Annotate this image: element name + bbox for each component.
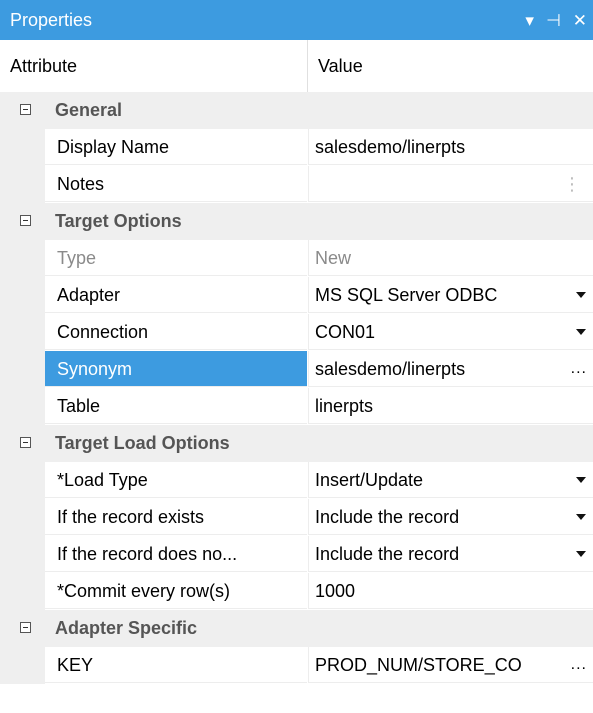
property-name: Table xyxy=(45,388,307,424)
panel-title: Properties xyxy=(10,9,93,30)
property-value[interactable]: salesdemo/linerpts xyxy=(308,129,593,165)
value-text: salesdemo/linerpts xyxy=(315,359,466,379)
property-row-record-does-not-exist[interactable]: If the record does no... Include the rec… xyxy=(0,536,593,573)
chevron-down-icon xyxy=(575,551,586,557)
property-row-commit-every[interactable]: *Commit every row(s) 1000 xyxy=(0,573,593,610)
category-adapter-specific[interactable]: Adapter Specific xyxy=(0,610,593,647)
property-name: *Commit every row(s) xyxy=(45,573,307,609)
category-label: Target Load Options xyxy=(55,433,230,453)
attribute-column-header: Attribute xyxy=(10,56,78,76)
property-value[interactable]: Include the record xyxy=(308,536,593,572)
pin-icon[interactable]: ⊣ xyxy=(546,12,561,29)
property-value[interactable]: Insert/Update xyxy=(308,462,593,498)
column-divider[interactable] xyxy=(307,40,308,92)
category-target-load-options[interactable]: Target Load Options xyxy=(0,425,593,462)
value-text: MS SQL Server ODBC xyxy=(315,285,498,305)
dropdown-button[interactable] xyxy=(572,544,589,564)
property-value[interactable]: Include the record xyxy=(308,499,593,535)
property-name: Synonym xyxy=(45,351,307,387)
property-name: Notes xyxy=(45,166,307,202)
property-name: Display Name xyxy=(45,129,307,165)
property-value[interactable]: linerpts xyxy=(308,388,593,424)
property-row-connection[interactable]: Connection CON01 xyxy=(0,314,593,351)
chevron-down-icon xyxy=(575,329,586,335)
category-target-options[interactable]: Target Options xyxy=(0,203,593,240)
value-text: Include the record xyxy=(315,544,460,564)
category-label: General xyxy=(55,100,123,120)
dropdown-arrow-icon[interactable]: ▾ xyxy=(525,12,534,29)
value-text: PROD_NUM/STORE_CO xyxy=(315,655,522,675)
property-row-table[interactable]: Table linerpts xyxy=(0,388,593,425)
collapse-toggle-icon[interactable] xyxy=(20,622,31,633)
property-value[interactable]: salesdemo/linerpts... xyxy=(308,351,593,387)
collapse-toggle-icon[interactable] xyxy=(20,104,31,115)
property-name: KEY xyxy=(45,647,307,683)
property-grid: General Display Name salesdemo/linerpts … xyxy=(0,92,593,684)
category-general[interactable]: General xyxy=(0,92,593,129)
property-value[interactable]: 1000 xyxy=(308,573,593,609)
property-row-key[interactable]: KEY PROD_NUM/STORE_CO... xyxy=(0,647,593,684)
value-column-header: Value xyxy=(318,56,363,76)
property-row-notes[interactable]: Notes ⋮ xyxy=(0,166,593,203)
close-icon[interactable]: ✕ xyxy=(573,12,587,29)
property-value: New xyxy=(308,240,593,276)
category-label: Target Options xyxy=(55,211,182,231)
property-name: Connection xyxy=(45,314,307,350)
property-value[interactable]: ⋮ xyxy=(308,166,593,202)
property-row-display-name[interactable]: Display Name salesdemo/linerpts xyxy=(0,129,593,166)
properties-title-bar: Properties ▾ ⊣ ✕ xyxy=(0,0,593,40)
property-row-load-type[interactable]: *Load Type Insert/Update xyxy=(0,462,593,499)
property-value[interactable]: MS SQL Server ODBC xyxy=(308,277,593,313)
dropdown-button[interactable] xyxy=(572,470,589,490)
property-name: Type xyxy=(45,240,307,276)
chevron-down-icon xyxy=(575,514,586,520)
grid-header: Attribute Value xyxy=(0,40,593,92)
property-name: If the record does no... xyxy=(45,536,307,572)
property-row-type: Type New xyxy=(0,240,593,277)
chevron-down-icon xyxy=(575,292,586,298)
chevron-down-icon xyxy=(575,477,586,483)
property-value[interactable]: PROD_NUM/STORE_CO... xyxy=(308,647,593,683)
collapse-toggle-icon[interactable] xyxy=(20,437,31,448)
dropdown-button[interactable] xyxy=(572,507,589,527)
property-name: Adapter xyxy=(45,277,307,313)
property-name: *Load Type xyxy=(45,462,307,498)
value-text: CON01 xyxy=(315,322,376,342)
vertical-ellipsis-icon[interactable]: ⋮ xyxy=(563,166,581,201)
property-name: If the record exists xyxy=(45,499,307,535)
property-value[interactable]: CON01 xyxy=(308,314,593,350)
ellipsis-button[interactable]: ... xyxy=(571,647,587,682)
dropdown-button[interactable] xyxy=(572,285,589,305)
ellipsis-button[interactable]: ... xyxy=(571,351,587,386)
value-text: Include the record xyxy=(315,507,460,527)
property-row-record-exists[interactable]: If the record exists Include the record xyxy=(0,499,593,536)
value-text: Insert/Update xyxy=(315,470,424,490)
property-row-adapter[interactable]: Adapter MS SQL Server ODBC xyxy=(0,277,593,314)
property-row-synonym[interactable]: Synonym salesdemo/linerpts... xyxy=(0,351,593,388)
category-label: Adapter Specific xyxy=(55,618,198,638)
dropdown-button[interactable] xyxy=(572,322,589,342)
collapse-toggle-icon[interactable] xyxy=(20,215,31,226)
